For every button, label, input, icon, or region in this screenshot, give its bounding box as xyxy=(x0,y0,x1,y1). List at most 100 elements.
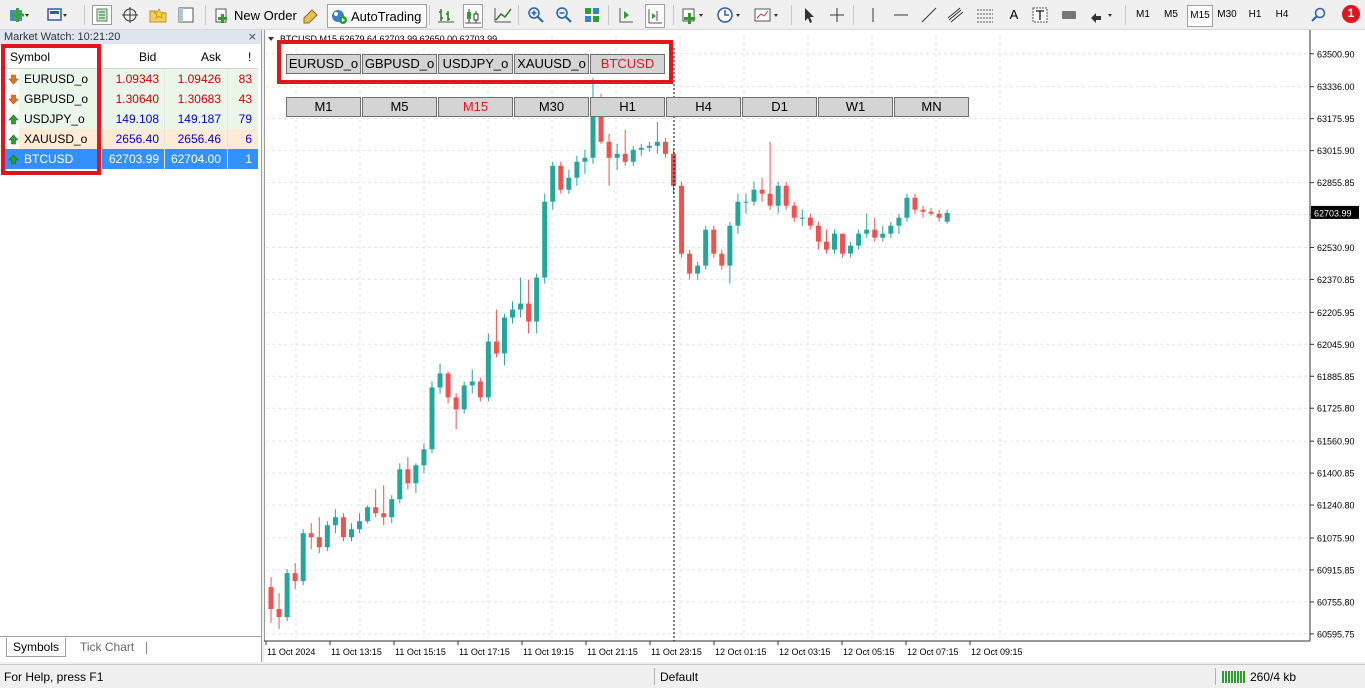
market-watch-title: Market Watch: 10:21:20 xyxy=(0,30,261,44)
candle-body xyxy=(920,209,926,212)
crosshair-button[interactable] xyxy=(828,4,846,26)
timeframe-button-h4[interactable]: H4 xyxy=(666,97,741,117)
status-bar: For Help, press F1 Default 260/4 kb xyxy=(0,664,1365,688)
timeframe-button-w1[interactable]: W1 xyxy=(818,97,893,117)
price-chart[interactable]: 63500.90 63336.00 63175.95 63015.90 62855.85… xyxy=(263,30,1365,662)
cursor-button[interactable] xyxy=(800,4,818,26)
candle-body xyxy=(936,213,942,218)
candle-body xyxy=(759,189,765,194)
timeframe-button-mn[interactable]: MN xyxy=(894,97,969,117)
text-label-icon xyxy=(1031,6,1049,24)
tab-symbols[interactable]: Symbols xyxy=(6,638,67,657)
profiles-button[interactable] xyxy=(46,4,67,26)
column-ask[interactable]: Ask xyxy=(201,50,221,64)
candle-body xyxy=(477,381,483,398)
market-watch-toggle[interactable] xyxy=(92,4,112,26)
candle-body xyxy=(389,499,395,518)
chart-shift-button[interactable] xyxy=(645,4,665,28)
line-chart-button[interactable] xyxy=(494,4,512,26)
bid-value: 2656.40 xyxy=(115,132,159,146)
periods-button[interactable] xyxy=(716,4,740,26)
x-tick-label: 12 Oct 07:15 xyxy=(907,647,959,657)
notification-count: 1 xyxy=(1347,6,1355,20)
column-bid[interactable]: Bid xyxy=(139,50,156,64)
candle-body xyxy=(324,525,330,548)
spread-value: 79 xyxy=(238,112,252,126)
candle-body xyxy=(622,153,628,162)
timeframe-button-m5[interactable]: M5 xyxy=(362,97,437,117)
crosshair-target-icon xyxy=(121,6,139,24)
search-button[interactable] xyxy=(1309,4,1327,26)
ask-value: 62704.00 xyxy=(170,152,221,166)
crosshair-icon xyxy=(828,6,846,24)
candle-body xyxy=(558,165,564,190)
candlestick-button[interactable] xyxy=(463,4,483,28)
candle-body xyxy=(872,229,878,238)
templates-icon xyxy=(754,6,778,24)
candle-body xyxy=(493,341,499,354)
timeframe-button-m15[interactable]: M15 xyxy=(438,97,513,117)
timeframe-button-m1[interactable]: M1 xyxy=(286,97,361,117)
text-button[interactable]: A xyxy=(1005,4,1023,26)
tab-tick-chart[interactable]: Tick Chart xyxy=(74,638,140,656)
auto-scroll-button[interactable] xyxy=(617,4,635,26)
tf-button-m5[interactable]: M5 xyxy=(1159,5,1183,25)
candle-body xyxy=(606,141,612,158)
candle-body xyxy=(365,507,371,522)
tf-button-m15[interactable]: M15 xyxy=(1187,5,1213,27)
trendline-button[interactable] xyxy=(920,4,938,26)
candle-body xyxy=(638,147,644,150)
x-tick-label: 11 Oct 15:15 xyxy=(395,647,446,657)
metaeditor-button[interactable] xyxy=(301,4,319,26)
candle-body xyxy=(727,225,733,266)
equidistant-channel-button[interactable] xyxy=(946,4,964,26)
autotrading-icon xyxy=(330,7,348,25)
new-chart-button[interactable] xyxy=(8,4,29,26)
autotrading-button[interactable]: AutoTrading xyxy=(327,4,428,28)
candle-body xyxy=(542,201,548,278)
bid-value: 62703.99 xyxy=(108,152,159,166)
close-icon[interactable]: × xyxy=(248,30,257,43)
templates-button[interactable] xyxy=(754,4,778,26)
tf-button-m1[interactable]: M1 xyxy=(1131,5,1155,25)
candle-body xyxy=(316,537,322,548)
terminal-button[interactable] xyxy=(177,4,195,26)
y-tick-label: 61400.85 xyxy=(1317,469,1355,479)
timeframe-button-m30[interactable]: M30 xyxy=(514,97,589,117)
zoom-in-button[interactable] xyxy=(527,4,545,26)
candle-body xyxy=(832,233,837,250)
vertical-line-button[interactable] xyxy=(864,4,882,26)
candle-body xyxy=(332,517,338,526)
candle-body xyxy=(679,185,685,254)
tile-windows-icon xyxy=(583,6,601,24)
text-label-button[interactable] xyxy=(1031,4,1049,26)
tf-button-h4[interactable]: H4 xyxy=(1270,5,1294,25)
zoom-out-button[interactable] xyxy=(555,4,573,26)
horizontal-line-button[interactable] xyxy=(892,4,910,26)
navigator-button[interactable] xyxy=(121,4,139,26)
timeframe-button-h1[interactable]: H1 xyxy=(590,97,665,117)
chart-window[interactable]: 63500.90 63336.00 63175.95 63015.90 62855.85… xyxy=(263,30,1365,662)
tf-button-h1[interactable]: H1 xyxy=(1243,5,1267,25)
status-traffic: 260/4 kb xyxy=(1250,670,1297,684)
indicators-button[interactable] xyxy=(681,4,703,26)
column-spread[interactable]: ! xyxy=(248,50,251,64)
favorites-button[interactable] xyxy=(148,4,167,26)
market-watch-tabs: Symbols Tick Chart xyxy=(0,636,262,662)
tile-windows-button[interactable] xyxy=(583,4,601,26)
fibonacci-button[interactable] xyxy=(975,4,993,26)
y-tick-label: 62205.95 xyxy=(1317,308,1355,318)
cursor-arrow-icon xyxy=(800,6,818,24)
candle-body xyxy=(896,217,902,226)
new-order-button[interactable]: New Order xyxy=(213,4,297,26)
arrows-dropdown-button[interactable] xyxy=(1088,4,1112,26)
chart-menu-icon xyxy=(268,37,274,41)
timeframe-button-d1[interactable]: D1 xyxy=(742,97,817,117)
tf-button-m30[interactable]: M30 xyxy=(1215,5,1239,25)
ask-value: 1.09426 xyxy=(177,72,221,86)
candle-body xyxy=(574,161,580,178)
y-tick-label: 60915.85 xyxy=(1317,565,1355,575)
bar-chart-button[interactable] xyxy=(437,4,455,26)
arrow-shape-button[interactable] xyxy=(1060,4,1078,26)
notifications-button[interactable]: 1 xyxy=(1341,3,1361,25)
